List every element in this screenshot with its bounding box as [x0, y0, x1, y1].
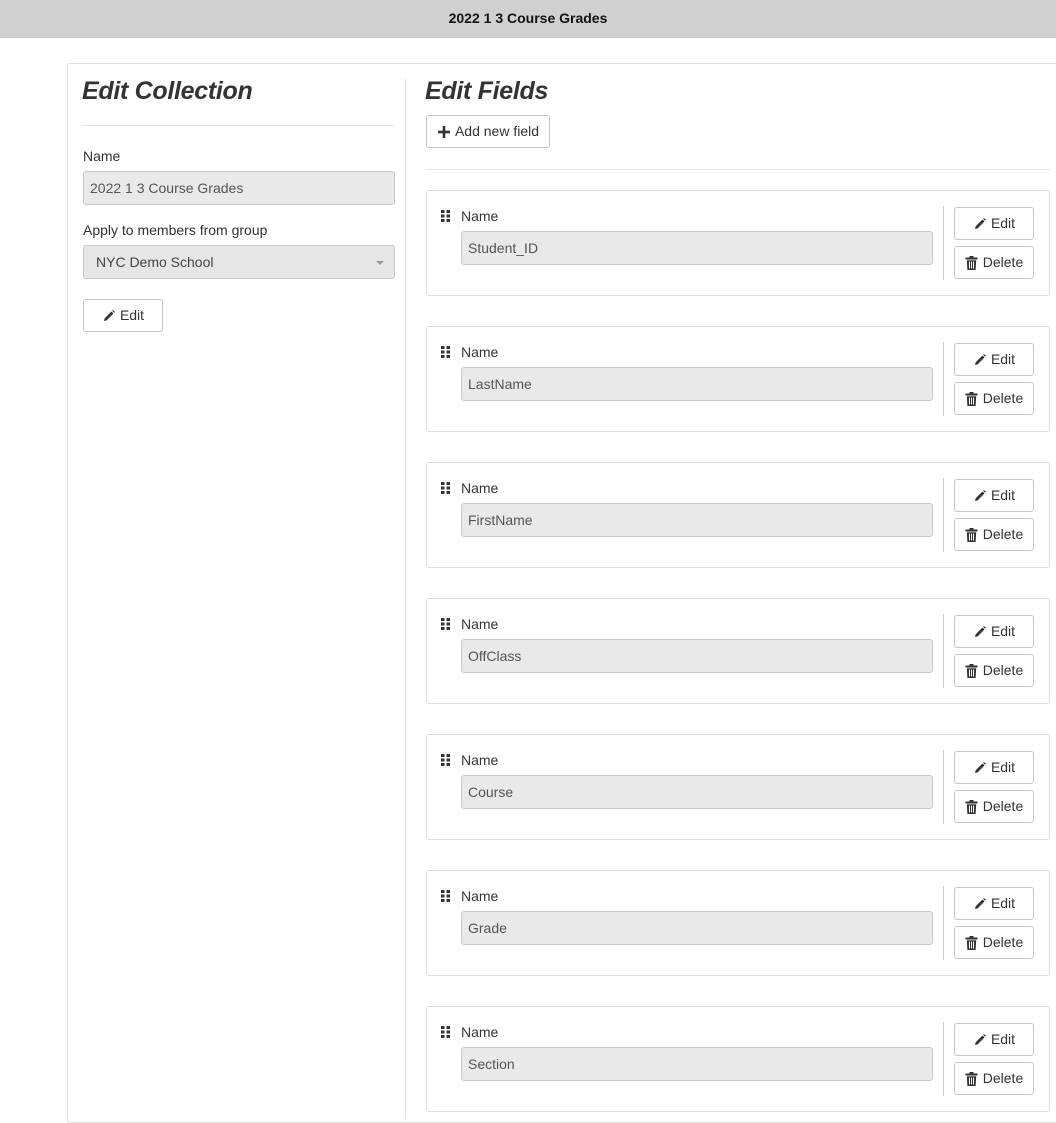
field-delete-label: Delete: [982, 798, 1024, 814]
field-name-label: Name: [461, 1024, 499, 1040]
field-name-label: Name: [461, 480, 499, 496]
trash-icon: [965, 255, 979, 270]
field-edit-button[interactable]: Edit: [954, 207, 1034, 240]
field-card-separator: [943, 614, 944, 688]
field-delete-label: Delete: [982, 1070, 1024, 1086]
field-name-label: Name: [461, 616, 499, 632]
pencil-icon: [973, 625, 987, 639]
field-edit-button[interactable]: Edit: [954, 479, 1034, 512]
drag-handle-icon[interactable]: [441, 209, 451, 222]
field-edit-label: Edit: [990, 215, 1016, 231]
collection-divider: [82, 125, 395, 126]
field-edit-label: Edit: [990, 759, 1016, 775]
trash-icon: [965, 391, 979, 406]
collection-edit-label: Edit: [119, 307, 145, 323]
collection-name-field[interactable]: 2022 1 3 Course Grades: [83, 171, 395, 205]
field-delete-button[interactable]: Delete: [954, 246, 1034, 279]
trash-icon: [965, 935, 979, 950]
field-delete-label: Delete: [982, 662, 1024, 678]
field-name-input[interactable]: Student_ID: [461, 231, 933, 265]
drag-handle-icon[interactable]: [441, 753, 451, 766]
pencil-icon: [102, 309, 116, 323]
field-name-input[interactable]: LastName: [461, 367, 933, 401]
fields-divider: [426, 169, 1050, 170]
field-delete-button[interactable]: Delete: [954, 926, 1034, 959]
field-name-label: Name: [461, 752, 499, 768]
field-name-input[interactable]: Grade: [461, 911, 933, 945]
field-card-separator: [943, 886, 944, 960]
field-card: Name OffClass Edit Delete: [426, 598, 1050, 704]
drag-handle-icon[interactable]: [441, 617, 451, 630]
field-card-separator: [943, 1022, 944, 1096]
field-name-label: Name: [461, 208, 499, 224]
pencil-icon: [973, 1033, 987, 1047]
field-edit-button[interactable]: Edit: [954, 343, 1034, 376]
group-label: Apply to members from group: [83, 222, 268, 238]
plus-icon: [437, 125, 451, 139]
pencil-icon: [973, 489, 987, 503]
field-edit-label: Edit: [990, 895, 1016, 911]
edit-fields-heading: Edit Fields: [425, 77, 549, 105]
field-card-separator: [943, 750, 944, 824]
field-card: Name Course Edit Delete: [426, 734, 1050, 840]
field-edit-label: Edit: [990, 351, 1016, 367]
pencil-icon: [973, 353, 987, 367]
trash-icon: [965, 1071, 979, 1086]
trash-icon: [965, 527, 979, 542]
field-card: Name Student_ID Edit Delete: [426, 190, 1050, 296]
pencil-icon: [973, 761, 987, 775]
field-card-separator: [943, 342, 944, 416]
field-edit-button[interactable]: Edit: [954, 615, 1034, 648]
window-title: 2022 1 3 Course Grades: [0, 0, 1056, 38]
field-card: Name Grade Edit Delete: [426, 870, 1050, 976]
field-delete-label: Delete: [982, 934, 1024, 950]
field-card: Name FirstName Edit Delete: [426, 462, 1050, 568]
drag-handle-icon[interactable]: [441, 345, 451, 358]
add-new-field-button[interactable]: Add new field: [426, 115, 550, 148]
add-new-field-label: Add new field: [454, 123, 540, 139]
field-delete-label: Delete: [982, 390, 1024, 406]
trash-icon: [965, 663, 979, 678]
field-name-label: Name: [461, 344, 499, 360]
field-delete-button[interactable]: Delete: [954, 382, 1034, 415]
collection-name-label: Name: [83, 148, 121, 164]
field-name-input[interactable]: Section: [461, 1047, 933, 1081]
pencil-icon: [973, 897, 987, 911]
field-card-separator: [943, 206, 944, 280]
field-edit-button[interactable]: Edit: [954, 887, 1034, 920]
edit-collection-heading: Edit Collection: [82, 77, 253, 105]
field-delete-label: Delete: [982, 526, 1024, 542]
field-edit-button[interactable]: Edit: [954, 1023, 1034, 1056]
drag-handle-icon[interactable]: [441, 1025, 451, 1038]
group-select-value: NYC Demo School: [96, 254, 214, 270]
field-edit-label: Edit: [990, 623, 1016, 639]
group-select[interactable]: NYC Demo School: [83, 245, 395, 279]
field-edit-label: Edit: [990, 1031, 1016, 1047]
field-card: Name LastName Edit Delete: [426, 326, 1050, 432]
drag-handle-icon[interactable]: [441, 889, 451, 902]
trash-icon: [965, 799, 979, 814]
drag-handle-icon[interactable]: [441, 481, 451, 494]
field-edit-button[interactable]: Edit: [954, 751, 1034, 784]
column-divider: [405, 79, 406, 1119]
field-card: Name Section Edit Delete: [426, 1006, 1050, 1112]
field-name-input[interactable]: OffClass: [461, 639, 933, 673]
field-card-separator: [943, 478, 944, 552]
pencil-icon: [973, 217, 987, 231]
field-delete-button[interactable]: Delete: [954, 518, 1034, 551]
chevron-down-icon: [376, 261, 384, 265]
field-delete-label: Delete: [982, 254, 1024, 270]
collection-edit-button[interactable]: Edit: [83, 299, 163, 332]
field-name-label: Name: [461, 888, 499, 904]
field-name-input[interactable]: FirstName: [461, 503, 933, 537]
field-delete-button[interactable]: Delete: [954, 654, 1034, 687]
field-delete-button[interactable]: Delete: [954, 790, 1034, 823]
field-edit-label: Edit: [990, 487, 1016, 503]
field-name-input[interactable]: Course: [461, 775, 933, 809]
field-delete-button[interactable]: Delete: [954, 1062, 1034, 1095]
